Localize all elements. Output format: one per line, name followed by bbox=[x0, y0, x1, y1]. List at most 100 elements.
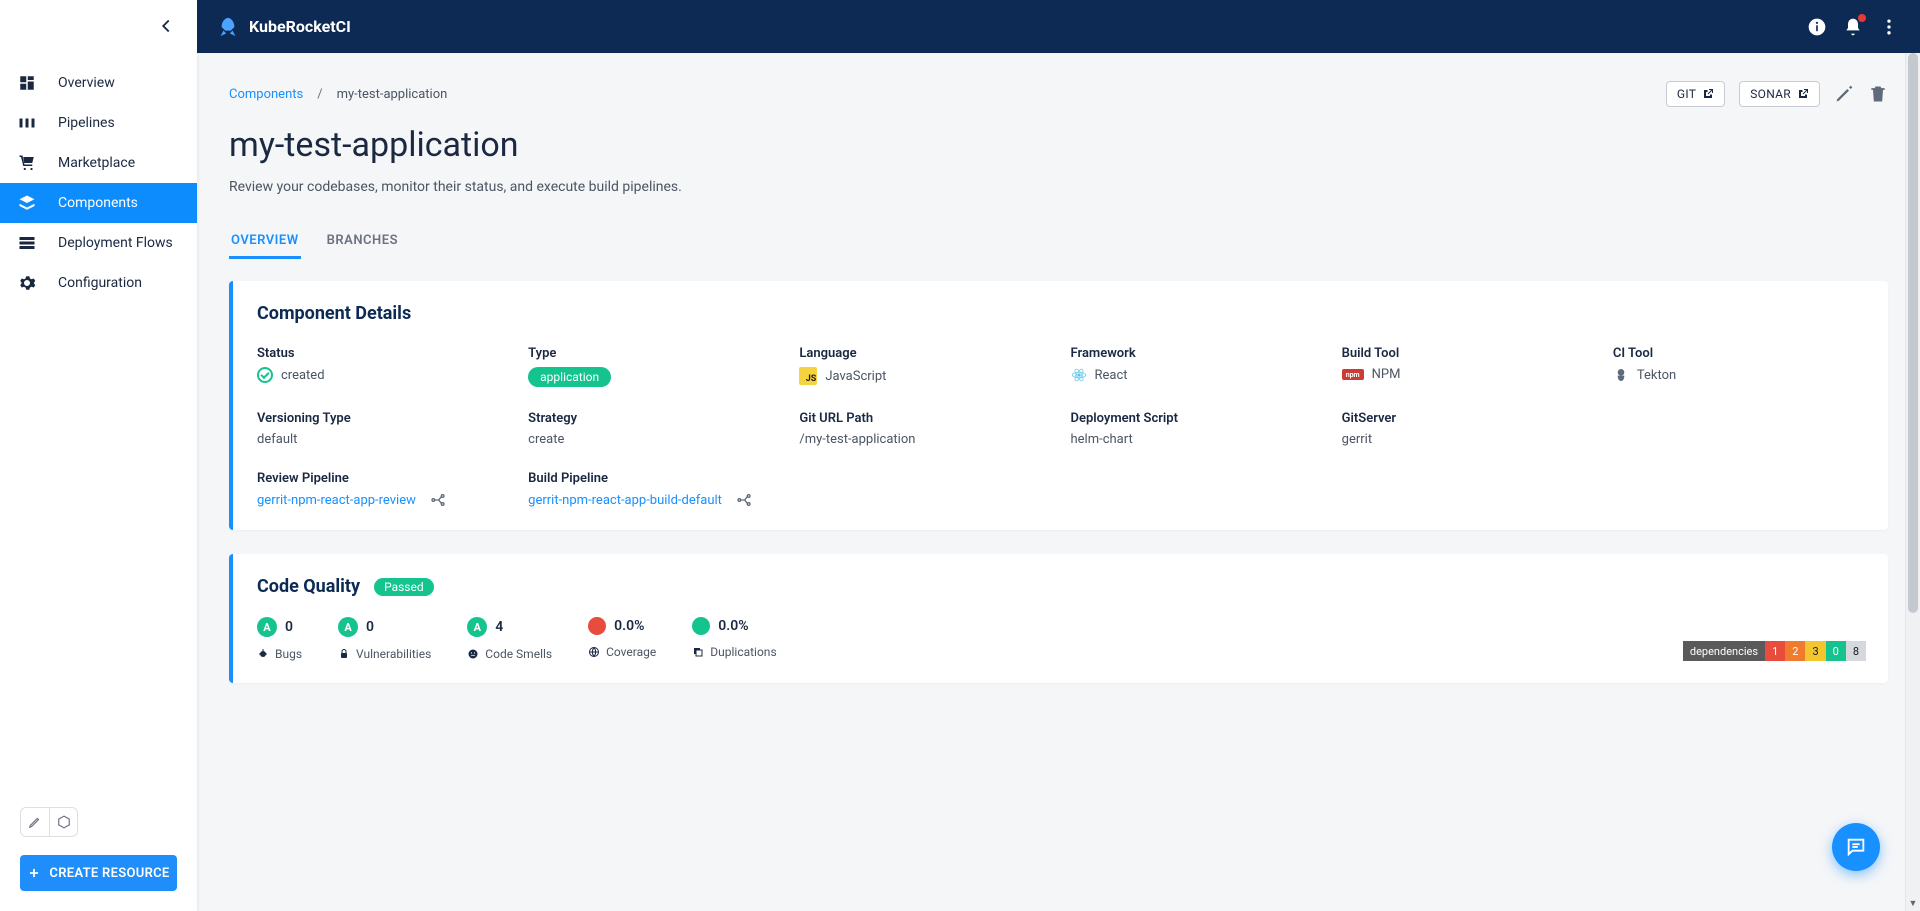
edit-button[interactable] bbox=[1834, 84, 1854, 104]
grade-vuln: A bbox=[338, 617, 358, 637]
npm-icon: npm bbox=[1342, 369, 1364, 380]
breadcrumb: Components / my-test-application bbox=[229, 87, 447, 102]
quality-status-badge: Passed bbox=[374, 578, 434, 596]
link-review-pipeline[interactable]: gerrit-npm-react-app-review bbox=[257, 493, 416, 508]
value-gitserver: gerrit bbox=[1342, 432, 1593, 447]
sidebar-item-overview[interactable]: Overview bbox=[0, 63, 197, 103]
link-build-pipeline[interactable]: gerrit-npm-react-app-build-default bbox=[528, 493, 722, 508]
label-versioning: Versioning Type bbox=[257, 411, 508, 426]
sidebar-item-label: Marketplace bbox=[58, 155, 135, 171]
value-citool: Tekton bbox=[1637, 368, 1676, 383]
view-mode-toggle[interactable] bbox=[20, 807, 78, 837]
deps-label: dependencies bbox=[1683, 641, 1765, 661]
brand[interactable]: KubeRocketCI bbox=[217, 16, 351, 38]
git-link-button[interactable]: GIT bbox=[1666, 81, 1725, 107]
pen-icon[interactable] bbox=[21, 808, 49, 836]
notification-dot bbox=[1858, 14, 1866, 22]
sonar-link-button[interactable]: SONAR bbox=[1739, 81, 1820, 107]
flows-icon bbox=[16, 234, 38, 252]
sidebar-item-pipelines[interactable]: Pipelines bbox=[0, 103, 197, 143]
deps-unknown: 8 bbox=[1846, 641, 1866, 661]
scrollbar-vertical[interactable]: ▲ ▼ bbox=[1905, 53, 1920, 911]
tekton-icon bbox=[1613, 367, 1629, 383]
dup-dot bbox=[692, 617, 710, 635]
dashboard-icon bbox=[16, 74, 38, 92]
create-resource-button[interactable]: CREATE RESOURCE bbox=[20, 855, 177, 891]
dependencies-badge[interactable]: dependencies 1 2 3 0 8 bbox=[1683, 641, 1866, 661]
page-title: my-test-application bbox=[229, 125, 1888, 165]
label-status: Status bbox=[257, 346, 508, 361]
sidebar-nav: Overview Pipelines Marketplace Component… bbox=[0, 53, 197, 795]
git-link-label: GIT bbox=[1677, 87, 1696, 101]
value-vuln: 0 bbox=[366, 619, 374, 635]
label-strategy: Strategy bbox=[528, 411, 779, 426]
pencil-icon bbox=[1834, 84, 1854, 104]
flow-icon[interactable] bbox=[736, 492, 752, 508]
metric-vulnerabilities: A0 Vulnerabilities bbox=[338, 617, 431, 661]
metric-coverage: 0.0% Coverage bbox=[588, 617, 656, 659]
tab-overview[interactable]: OVERVIEW bbox=[229, 225, 301, 259]
js-icon: JS bbox=[799, 367, 817, 385]
sidebar-item-label: Pipelines bbox=[58, 115, 115, 131]
label-smells: Code Smells bbox=[485, 647, 552, 661]
copy-icon bbox=[692, 646, 704, 658]
label-type: Type bbox=[528, 346, 779, 361]
sidebar-collapse-button[interactable] bbox=[0, 0, 197, 53]
info-button[interactable] bbox=[1806, 16, 1828, 38]
plus-icon bbox=[27, 866, 41, 880]
value-strategy: create bbox=[528, 432, 779, 447]
more-button[interactable] bbox=[1878, 16, 1900, 38]
flow-icon[interactable] bbox=[430, 492, 446, 508]
value-buildtool: NPM bbox=[1372, 367, 1401, 382]
page-subtitle: Review your codebases, monitor their sta… bbox=[229, 179, 1888, 195]
value-giturl: /my-test-application bbox=[799, 432, 1050, 447]
value-language: JavaScript bbox=[825, 369, 886, 384]
create-resource-label: CREATE RESOURCE bbox=[49, 866, 169, 881]
kube-icon[interactable] bbox=[49, 808, 77, 836]
quality-heading: Code Quality bbox=[257, 576, 360, 597]
app-name: KubeRocketCI bbox=[249, 17, 351, 36]
label-vuln: Vulnerabilities bbox=[356, 647, 431, 661]
deps-low: 0 bbox=[1826, 641, 1846, 661]
notifications-button[interactable] bbox=[1842, 16, 1864, 38]
value-dup: 0.0% bbox=[718, 618, 748, 634]
breadcrumb-current: my-test-application bbox=[337, 87, 448, 102]
delete-button[interactable] bbox=[1868, 84, 1888, 104]
label-dup: Duplications bbox=[710, 645, 776, 659]
value-smells: 4 bbox=[495, 619, 503, 635]
value-type: application bbox=[528, 367, 611, 387]
label-buildtool: Build Tool bbox=[1342, 346, 1593, 361]
chat-icon bbox=[1845, 836, 1867, 858]
value-deployscript: helm-chart bbox=[1071, 432, 1322, 447]
label-giturl: Git URL Path bbox=[799, 411, 1050, 426]
coverage-dot bbox=[588, 617, 606, 635]
grade-smells: A bbox=[467, 617, 487, 637]
sidebar-item-marketplace[interactable]: Marketplace bbox=[0, 143, 197, 183]
scroll-down-arrow[interactable]: ▼ bbox=[1906, 896, 1920, 911]
smell-icon bbox=[467, 648, 479, 660]
pipelines-icon bbox=[16, 114, 38, 132]
chat-fab[interactable] bbox=[1832, 823, 1880, 871]
external-link-icon bbox=[1797, 88, 1809, 100]
sidebar-item-components[interactable]: Components bbox=[0, 183, 197, 223]
layers-icon bbox=[16, 194, 38, 212]
breadcrumb-root[interactable]: Components bbox=[229, 87, 303, 102]
check-circle-icon bbox=[257, 367, 273, 383]
scrollbar-thumb[interactable] bbox=[1908, 53, 1918, 613]
tab-branches[interactable]: BRANCHES bbox=[325, 225, 400, 259]
deps-medium: 3 bbox=[1805, 641, 1825, 661]
label-language: Language bbox=[799, 346, 1050, 361]
value-coverage: 0.0% bbox=[614, 618, 644, 634]
label-coverage: Coverage bbox=[606, 645, 656, 659]
sidebar-item-configuration[interactable]: Configuration bbox=[0, 263, 197, 303]
sonar-link-label: SONAR bbox=[1750, 87, 1791, 101]
content: Components / my-test-application GIT SON… bbox=[197, 53, 1920, 911]
label-deployscript: Deployment Script bbox=[1071, 411, 1322, 426]
sidebar-item-deployment-flows[interactable]: Deployment Flows bbox=[0, 223, 197, 263]
lock-icon bbox=[338, 648, 350, 660]
metric-duplications: 0.0% Duplications bbox=[692, 617, 776, 659]
value-versioning: default bbox=[257, 432, 508, 447]
external-link-icon bbox=[1702, 88, 1714, 100]
deps-critical: 1 bbox=[1765, 641, 1785, 661]
chevron-left-icon bbox=[155, 15, 177, 37]
